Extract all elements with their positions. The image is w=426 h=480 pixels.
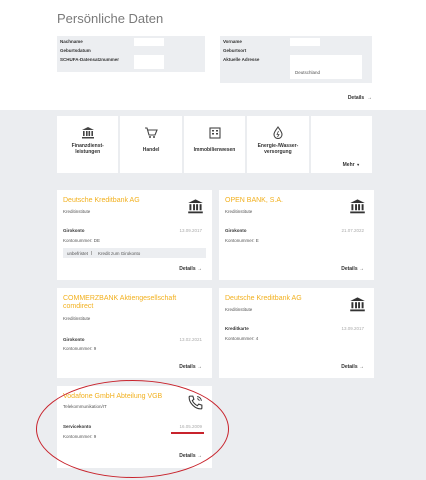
address-country: Deutschland bbox=[295, 70, 321, 75]
card-title: Deutsche Kreditbank AG bbox=[63, 197, 140, 204]
account-date: 13.02.2021 bbox=[179, 337, 202, 342]
account-date: 16.05.2009 bbox=[179, 424, 202, 429]
details-link[interactable]: Details → bbox=[179, 364, 202, 370]
bank-icon bbox=[350, 199, 365, 214]
address-label: Aktuelle Adresse bbox=[223, 57, 260, 62]
arrow-right-icon: → bbox=[357, 364, 364, 370]
account-number: Kontonummer: 9 bbox=[63, 346, 97, 351]
personal-data-section: Persönliche Daten Nachname Geburtsdatum … bbox=[0, 0, 426, 110]
personal-info-right: Vorname Geburtsort Aktuelle Adresse Deut… bbox=[220, 36, 372, 83]
category-label: Immobilienwesen bbox=[193, 147, 236, 153]
details-label: Details bbox=[347, 95, 365, 101]
firstname-label: Vorname bbox=[223, 39, 242, 44]
building-icon bbox=[208, 127, 221, 139]
category-label: Handel bbox=[142, 147, 160, 153]
birthplace-label: Geburtsort bbox=[223, 48, 247, 53]
category-trade[interactable]: Handel bbox=[120, 116, 182, 173]
bank-icon bbox=[350, 297, 365, 312]
page-title: Persönliche Daten bbox=[57, 11, 164, 26]
bank-icon bbox=[188, 199, 203, 214]
arrow-right-icon: → bbox=[195, 453, 202, 459]
account-date: 13.09.2017 bbox=[341, 326, 364, 331]
arrow-right-icon: → bbox=[195, 266, 202, 272]
details-label: Details bbox=[179, 453, 196, 459]
details-label: Details bbox=[179, 266, 196, 272]
account-number: Kontonummer: DE bbox=[63, 238, 101, 243]
account-tags: unbefristet Kredit zum Girokonto bbox=[63, 248, 206, 258]
lastname-value-field bbox=[134, 38, 164, 46]
personal-info-left: Nachname Geburtsdatum SCHUFA-Datensatznu… bbox=[57, 36, 205, 72]
account-date: 21.07.2022 bbox=[341, 228, 364, 233]
firstname-value-field bbox=[290, 38, 320, 46]
phone-icon bbox=[188, 395, 203, 410]
account-card[interactable]: Vodafone GmbH Abteilung VGB Telekommunik… bbox=[57, 386, 212, 468]
account-date: 13.09.2017 bbox=[179, 228, 202, 233]
category-energy[interactable]: Energie-/Wasser- versorgung bbox=[247, 116, 309, 173]
category-real-estate[interactable]: Immobilienwesen bbox=[183, 116, 246, 173]
highlight-underline bbox=[171, 432, 204, 434]
category-more[interactable]: Mehr ▾ bbox=[310, 116, 373, 173]
account-card[interactable]: COMMERZBANK Aktiengesellschaft comdirect… bbox=[57, 288, 212, 378]
address-value-field: Deutschland bbox=[290, 55, 362, 79]
schufa-value-field bbox=[134, 55, 164, 69]
card-title: Vodafone GmbH Abteilung VGB bbox=[63, 393, 163, 400]
account-number: Kontonummer: 4 bbox=[225, 336, 259, 341]
account-card[interactable]: OPEN BANK, S.A. Kreditinstitute Girokont… bbox=[219, 190, 374, 280]
account-type: Servicekonto bbox=[63, 424, 92, 429]
details-link[interactable]: Details → bbox=[179, 266, 202, 272]
account-type: Girokonto bbox=[225, 228, 247, 233]
lastname-label: Nachname bbox=[60, 39, 83, 44]
details-link[interactable]: Details → bbox=[341, 266, 364, 272]
arrow-right-icon: → bbox=[195, 364, 202, 370]
personal-details-link[interactable]: Details → bbox=[348, 95, 372, 101]
energy-drop-icon bbox=[273, 126, 283, 139]
account-type: Girokonto bbox=[63, 337, 85, 342]
card-subtitle: Kreditinstitute bbox=[225, 209, 253, 214]
details-label: Details bbox=[341, 364, 358, 370]
account-type: Girokonto bbox=[63, 228, 85, 233]
account-number: Kontonummer: E bbox=[225, 238, 259, 243]
card-subtitle: Telekommunikation/IT bbox=[63, 404, 107, 409]
schufa-number-label: SCHUFA-Datensatznummer bbox=[60, 57, 120, 62]
details-label: Details bbox=[179, 364, 196, 370]
category-label: Mehr bbox=[342, 162, 355, 168]
account-card[interactable]: Deutsche Kreditbank AG Kreditinstitute G… bbox=[57, 190, 212, 280]
category-label: Finanzdienst- leistungen bbox=[71, 143, 104, 155]
account-type: Kreditkarte bbox=[225, 326, 249, 331]
shopping-cart-icon bbox=[145, 127, 158, 138]
arrow-right-icon: → bbox=[357, 266, 364, 272]
card-title: COMMERZBANK Aktiengesellschaft comdirect bbox=[63, 295, 177, 310]
card-title: Deutsche Kreditbank AG bbox=[225, 295, 302, 302]
card-subtitle: Kreditinstitute bbox=[225, 307, 253, 312]
details-label: Details bbox=[341, 266, 358, 272]
card-subtitle: Kreditinstitute bbox=[63, 316, 91, 321]
tag-term: unbefristet bbox=[67, 251, 93, 256]
birthdate-label: Geburtsdatum bbox=[60, 48, 91, 53]
details-link[interactable]: Details → bbox=[341, 364, 364, 370]
account-card[interactable]: Deutsche Kreditbank AG Kreditinstitute K… bbox=[219, 288, 374, 378]
tag-credit: Kredit zum Girokonto bbox=[98, 251, 141, 256]
chevron-down-icon: ▾ bbox=[355, 162, 360, 167]
category-finance[interactable]: Finanzdienst- leistungen bbox=[57, 116, 119, 173]
card-title: OPEN BANK, S.A. bbox=[225, 197, 283, 204]
arrow-right-icon: → bbox=[365, 95, 372, 101]
details-link[interactable]: Details → bbox=[179, 453, 202, 459]
category-bar: Finanzdienst- leistungen Handel Immobili… bbox=[57, 116, 373, 173]
category-label: Energie-/Wasser- versorgung bbox=[257, 143, 299, 155]
bank-icon bbox=[81, 127, 94, 139]
card-subtitle: Kreditinstitute bbox=[63, 209, 91, 214]
account-number: Kontonummer: 9 bbox=[63, 434, 97, 439]
